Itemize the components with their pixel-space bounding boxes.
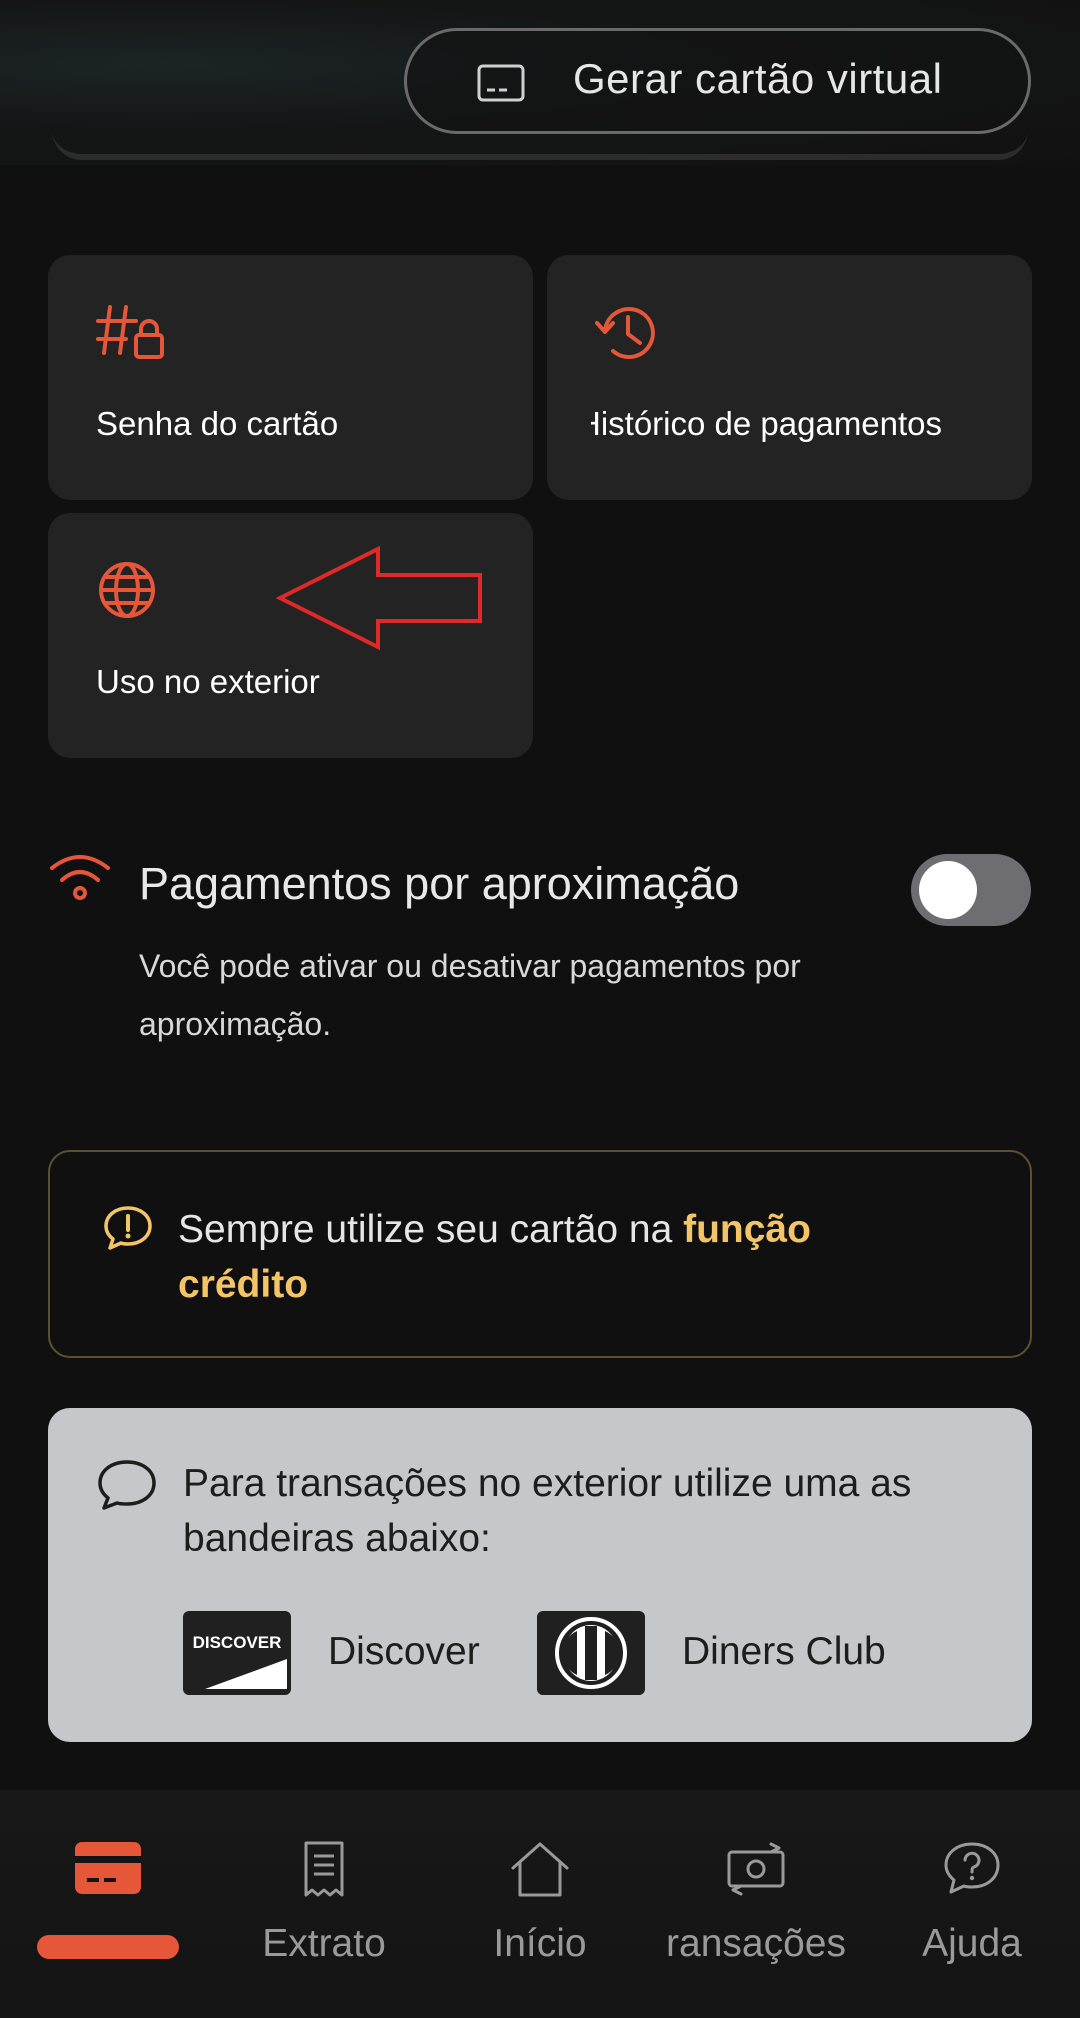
credit-card-icon xyxy=(73,1840,143,1901)
diners-club-logo xyxy=(537,1611,645,1695)
history-clock-icon xyxy=(595,301,659,370)
globe-icon xyxy=(96,559,158,626)
diners-club-label: Diners Club xyxy=(682,1630,886,1673)
contactless-description: Você pode ativar ou desativar pagamentos… xyxy=(139,948,801,1042)
card-outline-icon xyxy=(477,63,525,108)
generate-virtual-card-label: Gerar cartão virtual xyxy=(573,55,943,102)
hash-lock-icon xyxy=(96,301,166,366)
nav-item-ajuda[interactable]: Ajuda xyxy=(864,1790,1080,2018)
discover-logo-text: DISCOVER xyxy=(193,1633,282,1652)
receipt-icon xyxy=(301,1840,347,1903)
contactless-toggle[interactable] xyxy=(911,854,1031,926)
active-tab-indicator xyxy=(37,1935,179,1959)
use-abroad-label: Uso no exterior xyxy=(96,663,320,700)
contactless-wifi-icon xyxy=(48,850,112,907)
credit-function-notice: Sempre utilize seu cartão na função créd… xyxy=(48,1150,1032,1358)
nav-label-transacoes: ransações xyxy=(666,1922,846,1965)
generate-virtual-card-button[interactable]: Gerar cartão virtual xyxy=(404,28,1031,134)
card-preview-edge xyxy=(52,130,1028,160)
money-transfer-icon xyxy=(721,1840,791,1903)
chat-bubble-icon xyxy=(96,1458,158,1517)
nav-label-ajuda: Ajuda xyxy=(922,1922,1022,1965)
payment-history-label: Histórico de pagamentos xyxy=(591,405,943,442)
toggle-knob xyxy=(919,861,977,919)
contactless-title: Pagamentos por aproximação xyxy=(139,858,740,909)
red-arrow-annotation xyxy=(275,545,485,656)
card-password-tile[interactable]: Senha do cartão xyxy=(48,255,533,500)
discover-label: Discover xyxy=(328,1630,480,1673)
payment-history-tile[interactable]: Histórico de pagamentos xyxy=(547,255,1032,500)
home-icon xyxy=(509,1840,571,1903)
foreign-brands-info: Para transações no exterior utilize uma … xyxy=(48,1408,1032,1742)
discover-logo: DISCOVER xyxy=(183,1611,291,1695)
card-settings-screen: Gerar cartão virtual Senha do cartão His… xyxy=(0,0,1080,2018)
nav-label-inicio: Início xyxy=(493,1922,587,1965)
help-bubble-icon xyxy=(941,1840,1003,1903)
foreign-brands-text: Para transações no exterior utilize uma … xyxy=(183,1462,912,1560)
card-header-area: Gerar cartão virtual xyxy=(0,0,1080,165)
nav-item-transacoes[interactable]: ransações xyxy=(648,1790,864,2018)
nav-item-cards[interactable] xyxy=(0,1790,216,2018)
nav-item-extrato[interactable]: Extrato xyxy=(216,1790,432,2018)
credit-notice-text: Sempre utilize seu cartão na função créd… xyxy=(178,1208,811,1306)
bottom-navigation: Extrato Início ransações Ajuda xyxy=(0,1790,1080,2018)
nav-item-inicio[interactable]: Início xyxy=(432,1790,648,2018)
card-password-label: Senha do cartão xyxy=(96,405,339,442)
nav-label-extrato: Extrato xyxy=(262,1922,386,1965)
alert-bubble-icon xyxy=(102,1204,154,1257)
